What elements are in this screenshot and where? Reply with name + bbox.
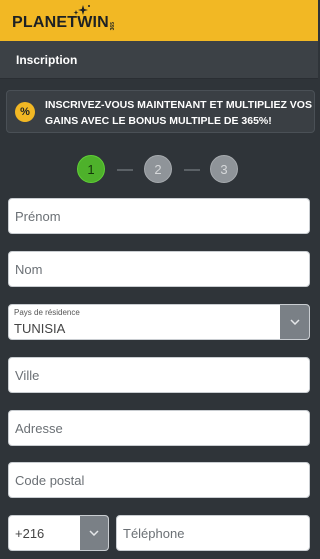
step-connector [184,169,200,171]
chevron-down-icon [89,530,99,536]
step-3: 3 [210,155,238,183]
last-name-input[interactable] [15,261,309,277]
address-input[interactable] [15,420,309,436]
step-connector [117,169,133,171]
country-select[interactable]: Pays de résidence TUNISIA [8,304,310,340]
country-dropdown-button[interactable] [280,305,309,339]
percent-badge-icon: % [15,102,35,122]
chevron-down-icon [289,319,300,325]
promo-banner: % INSCRIVEZ-VOUS MAINTENANT ET MULTIPLIE… [6,90,315,133]
page-header: Inscription [0,41,318,79]
phone-code-dropdown-button[interactable] [80,516,108,550]
registration-steps: 1 2 3 [0,155,318,185]
promo-text: INSCRIVEZ-VOUS MAINTENANT ET MULTIPLIEZ … [45,99,312,127]
country-label: Pays de résidence [14,308,80,317]
city-input[interactable] [15,367,309,383]
last-name-field[interactable] [8,251,310,287]
address-field[interactable] [8,410,310,446]
phone-code-value: +216 [15,526,45,541]
postal-code-input[interactable] [15,472,309,488]
brand-logo[interactable]: PLANETWIN 365 [12,5,116,32]
brand-suffix: 365 [109,21,116,30]
phone-field[interactable] [116,515,310,551]
logo-stars-icon [73,5,90,15]
first-name-field[interactable] [8,198,310,234]
brand-name: PLANETWIN [12,14,109,31]
page-title: Inscription [16,52,78,67]
city-field[interactable] [8,357,310,393]
country-value: TUNISIA [14,321,66,336]
phone-input[interactable] [123,525,309,541]
phone-code-select[interactable]: +216 [8,515,109,551]
step-2: 2 [144,155,172,183]
top-header: PLANETWIN 365 [0,0,318,41]
first-name-input[interactable] [15,208,309,224]
step-1: 1 [77,155,105,183]
postal-code-field[interactable] [8,462,310,498]
